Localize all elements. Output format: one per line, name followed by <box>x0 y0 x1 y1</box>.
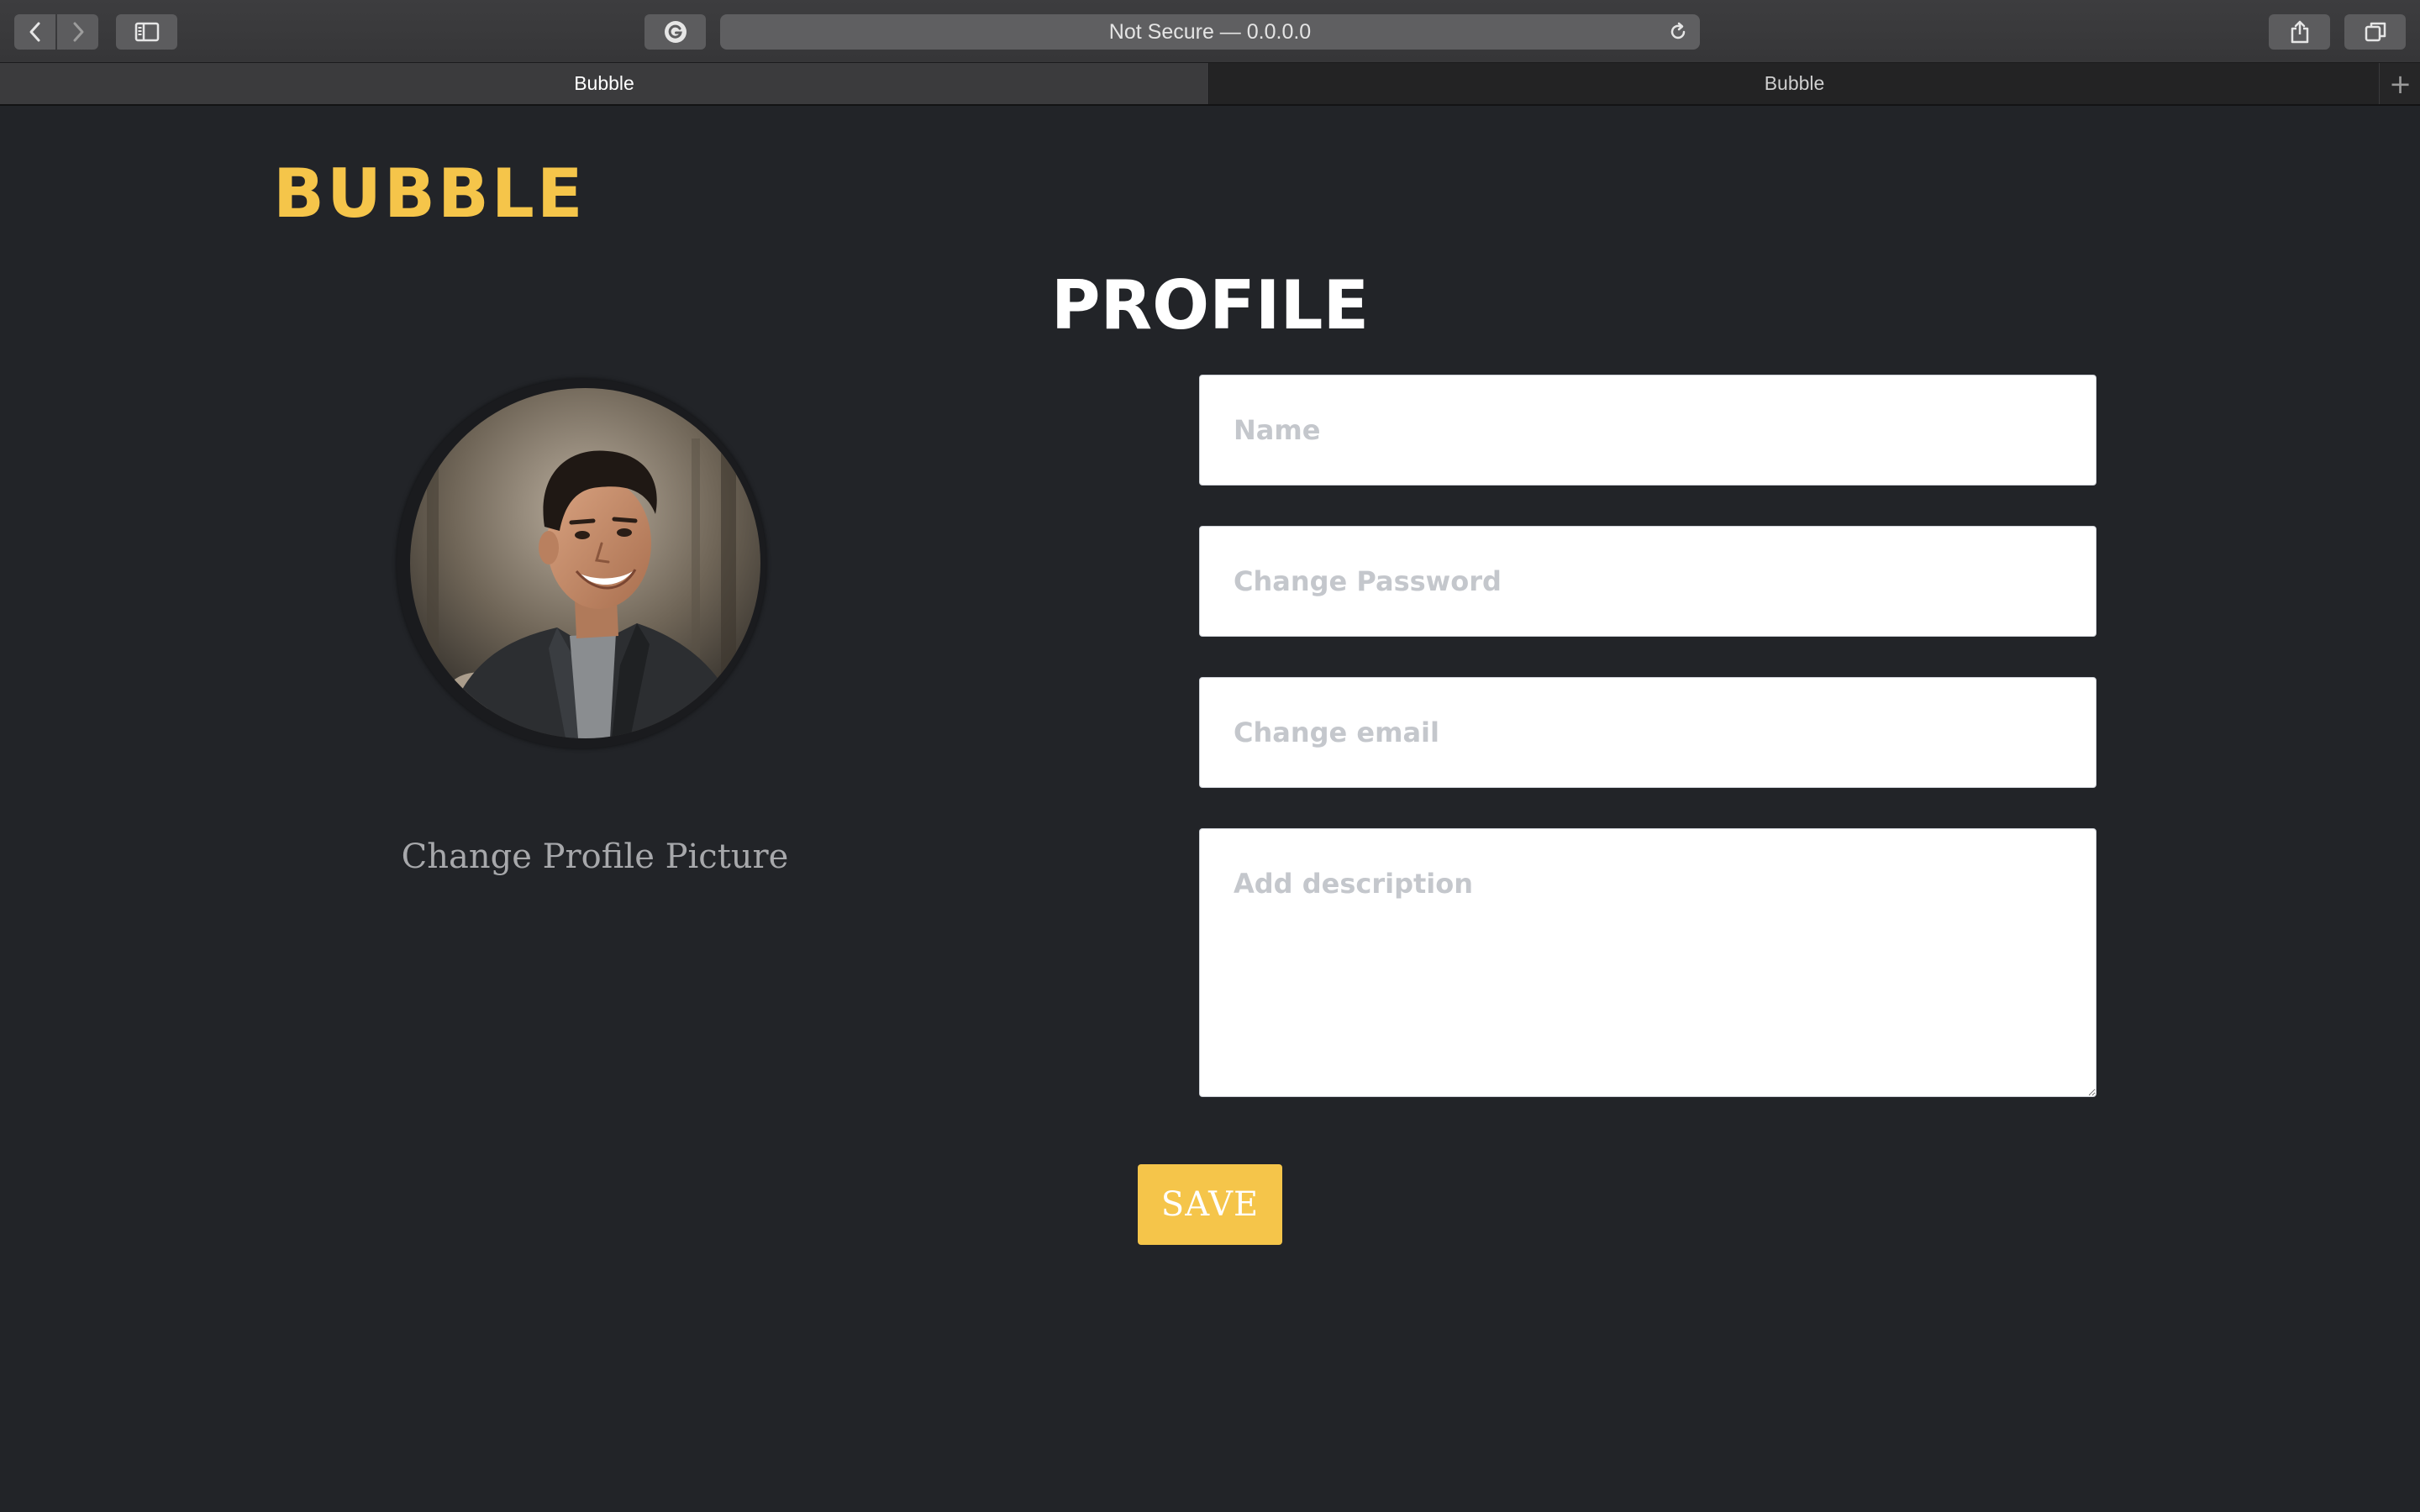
sidebar-toggle-button[interactable] <box>116 14 177 50</box>
chevron-right-icon <box>73 22 83 42</box>
change-profile-picture-link[interactable]: Change Profile Picture <box>336 830 854 884</box>
sidebar-icon <box>134 22 159 42</box>
avatar[interactable] <box>410 388 760 738</box>
tab-bubble[interactable]: Bubble <box>1210 63 2380 104</box>
change-email-input[interactable] <box>1199 677 2096 788</box>
change-password-input[interactable] <box>1199 526 2096 637</box>
description-textarea[interactable] <box>1199 828 2096 1097</box>
url-text: Not Secure — 0.0.0.0 <box>1108 20 1312 44</box>
new-tab-button[interactable]: + <box>2381 63 2420 104</box>
page-title: PROFILE <box>1050 266 1370 344</box>
browser-toolbar: Not Secure — 0.0.0.0 <box>0 0 2420 63</box>
forward-button[interactable] <box>57 14 98 50</box>
save-button[interactable]: SAVE <box>1138 1164 1282 1245</box>
chevron-left-icon <box>29 22 39 42</box>
reload-icon[interactable] <box>1668 22 1688 42</box>
brand-logo[interactable]: BUBBLE <box>273 150 586 239</box>
tab-bar: Bubble Bubble + <box>0 63 2420 106</box>
share-button[interactable] <box>2269 14 2330 50</box>
show-tabs-button[interactable] <box>2344 14 2406 50</box>
back-button[interactable] <box>14 14 55 50</box>
address-bar[interactable]: Not Secure — 0.0.0.0 <box>720 14 1700 50</box>
grammarly-extension-button[interactable] <box>644 14 706 50</box>
share-icon <box>2291 20 2308 44</box>
tabs-overview-icon <box>2365 22 2386 42</box>
tab-bubble-active[interactable]: Bubble <box>0 63 1209 104</box>
profile-photo <box>410 388 760 738</box>
grammarly-icon <box>664 21 687 43</box>
name-input[interactable] <box>1199 375 2096 486</box>
